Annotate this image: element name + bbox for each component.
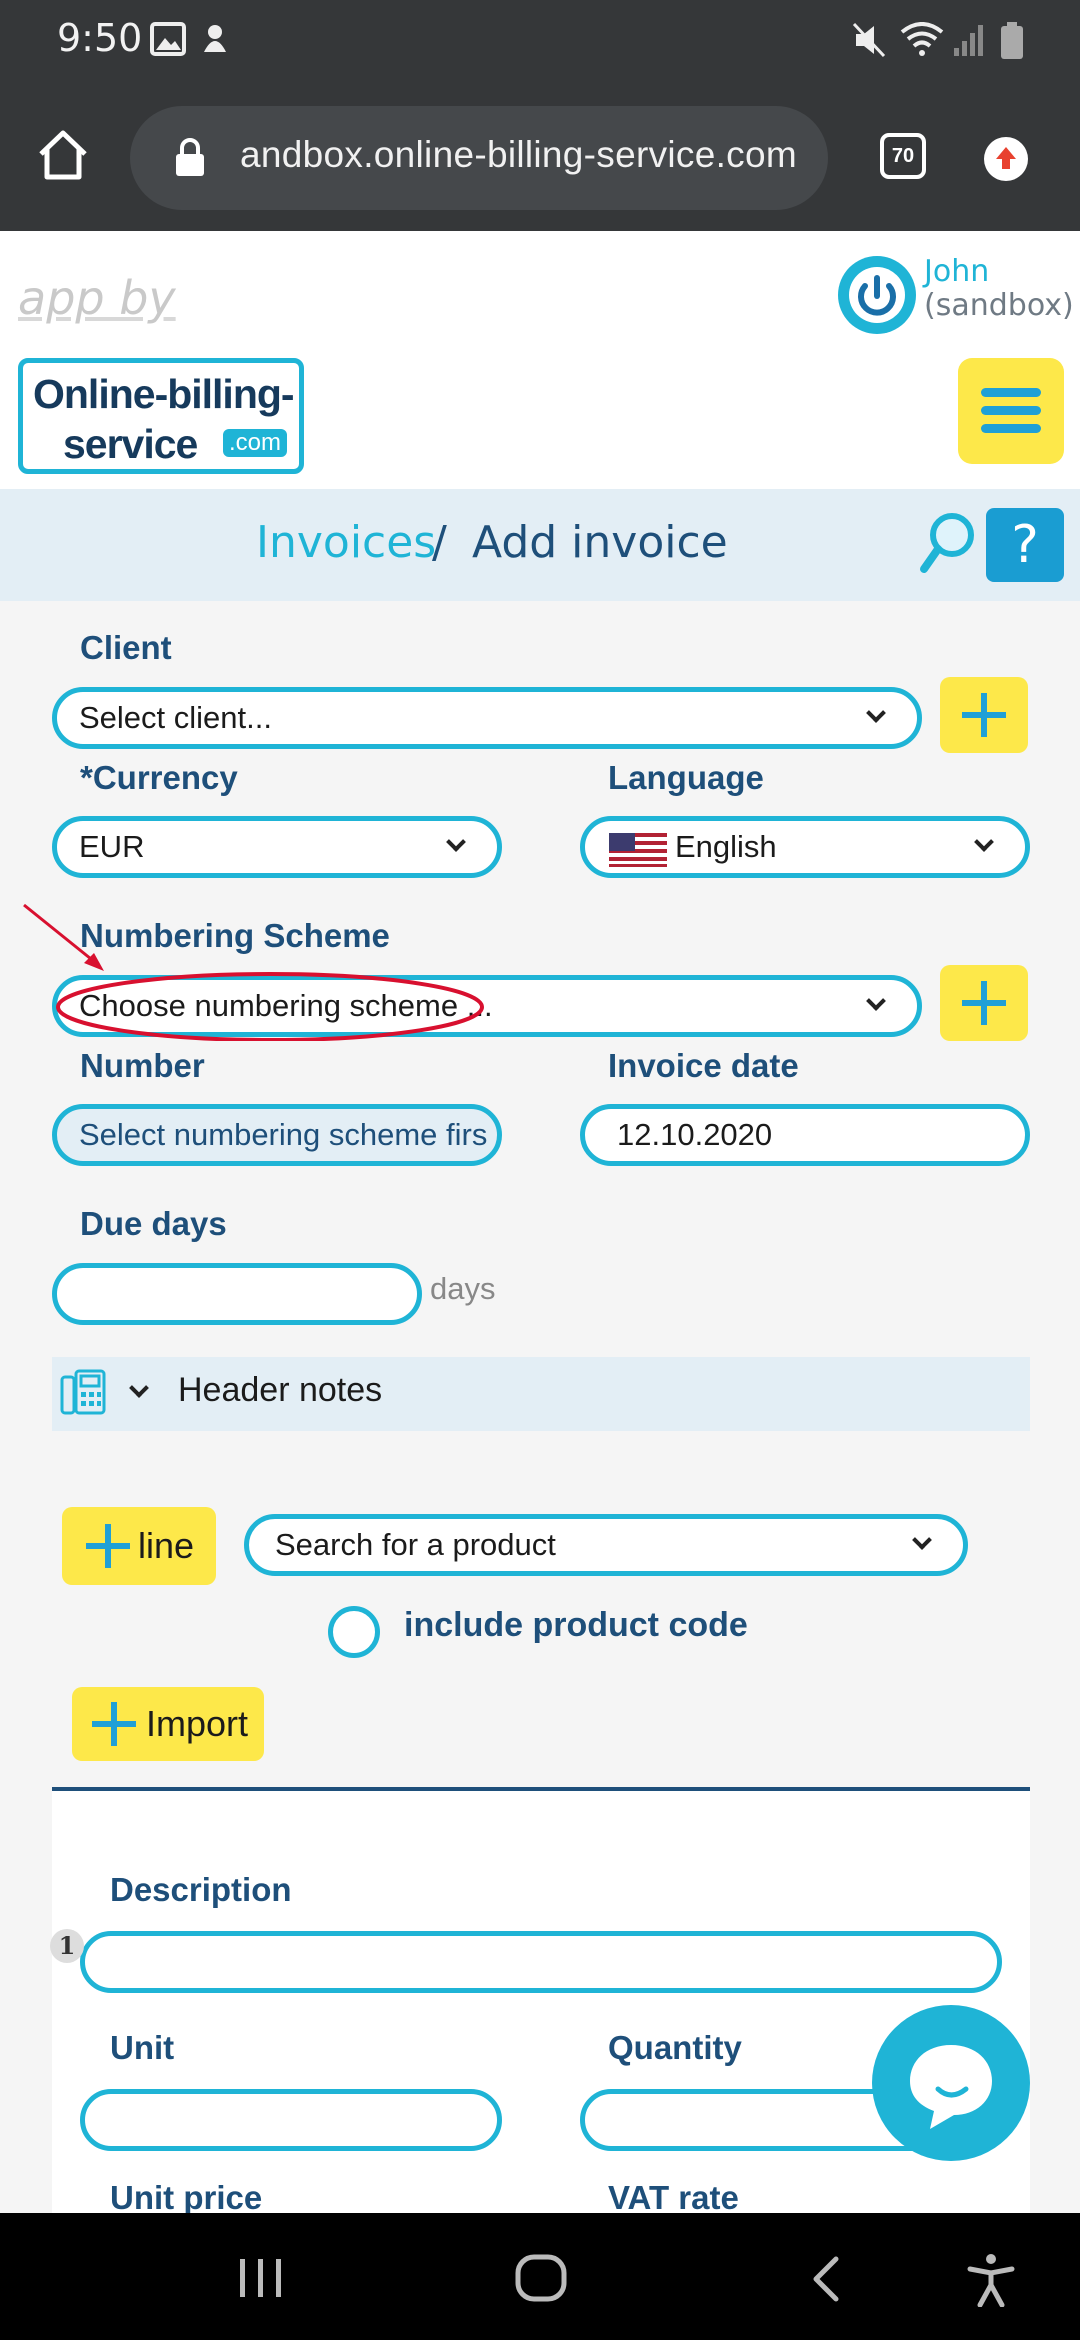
wifi-icon <box>900 22 944 56</box>
breadcrumb: Invoices / Add invoice ? <box>0 489 1080 601</box>
import-button[interactable]: Import <box>72 1687 264 1761</box>
annotation-highlight <box>23 903 484 1041</box>
us-flag-icon <box>609 833 667 867</box>
add-line-label: line <box>138 1525 195 1566</box>
help-button[interactable]: ? <box>986 508 1064 582</box>
logo-line1: Online-billing- <box>33 371 295 417</box>
header-notes-label: Header notes <box>178 1371 383 1409</box>
import-label: Import <box>146 1703 249 1744</box>
unit-field[interactable] <box>80 2089 502 2151</box>
client-label: Client <box>80 629 172 666</box>
chat-icon <box>910 2045 992 2129</box>
chevron-down-icon <box>866 703 886 723</box>
home-button-icon[interactable] <box>514 2253 568 2303</box>
days-suffix: days <box>430 1271 496 1306</box>
menu-bar-icon <box>981 406 1041 415</box>
invoice-date-value: 12.10.2020 <box>617 1117 773 1152</box>
accessibility-icon[interactable] <box>966 2253 1016 2307</box>
menu-bar-icon <box>981 424 1041 433</box>
status-bar: 9:50 <box>0 0 1080 80</box>
client-select[interactable]: Select client... <box>52 687 922 749</box>
signal-icon <box>954 25 983 56</box>
include-product-code-radio[interactable] <box>328 1606 380 1658</box>
fax-icon <box>60 1369 106 1415</box>
status-time: 9:50 <box>57 16 143 60</box>
notification-icon <box>204 25 226 52</box>
system-navigation-bar <box>0 2213 1080 2340</box>
language-label: Language <box>608 759 764 796</box>
product-search-select[interactable]: Search for a product <box>244 1514 968 1576</box>
logo-dotcom: .com <box>223 429 288 457</box>
currency-select[interactable]: EUR <box>52 816 502 878</box>
chevron-down-icon <box>446 832 466 852</box>
chat-button[interactable] <box>872 2005 1030 2161</box>
menu-bar-icon <box>981 388 1041 397</box>
language-select[interactable]: English <box>580 816 1030 878</box>
currency-select-value: EUR <box>79 829 145 864</box>
description-label: Description <box>110 1871 292 1908</box>
unit-label: Unit <box>110 2029 175 2066</box>
url-text: andbox.online-billing-service.com <box>240 134 797 175</box>
chevron-down-icon <box>912 1530 932 1550</box>
required-marker: * <box>80 759 93 796</box>
unit-price-label: Unit price <box>110 2179 263 2216</box>
hamburger-menu-button[interactable] <box>958 358 1064 464</box>
due-days-field[interactable] <box>52 1263 422 1325</box>
language-select-value: English <box>675 829 777 864</box>
due-days-label: Due days <box>80 1205 227 1242</box>
number-field-value: Select numbering scheme firs <box>79 1117 488 1152</box>
product-search-placeholder: Search for a product <box>275 1527 556 1562</box>
line-number-badge: 1 <box>50 1929 84 1963</box>
include-product-code-label: include product code <box>404 1606 748 1644</box>
invoice-form: Client Select client... *Currency EUR La… <box>0 601 1080 2216</box>
upload-icon[interactable] <box>984 137 1028 181</box>
gallery-icon <box>150 22 186 56</box>
number-label: Number <box>80 1047 205 1084</box>
recent-apps-icon[interactable] <box>236 2255 286 2301</box>
breadcrumb-separator: / <box>432 517 447 568</box>
currency-label: *Currency <box>80 759 238 796</box>
add-line-button[interactable]: line <box>62 1507 216 1585</box>
chevron-down-icon <box>129 1378 149 1398</box>
user-environment: (sandbox) <box>924 288 1074 323</box>
number-field[interactable]: Select numbering scheme firs <box>52 1104 502 1166</box>
header-notes-toggle[interactable]: Header notes <box>52 1357 1030 1431</box>
lock-icon <box>176 138 204 176</box>
breadcrumb-invoices-link[interactable]: Invoices <box>256 517 436 568</box>
description-field[interactable] <box>80 1931 1002 1993</box>
add-numbering-scheme-button[interactable] <box>940 965 1028 1041</box>
quantity-label: Quantity <box>608 2029 742 2066</box>
back-icon[interactable] <box>808 2255 842 2303</box>
client-select-value: Select client... <box>79 700 272 735</box>
battery-icon <box>1001 22 1023 59</box>
chevron-down-icon <box>974 832 994 852</box>
tab-count-button[interactable]: 70 <box>880 133 926 179</box>
home-icon[interactable] <box>36 128 90 182</box>
chevron-down-icon <box>866 991 886 1011</box>
app-by-text: app by <box>18 271 176 325</box>
user-name[interactable]: John <box>924 255 989 289</box>
vat-rate-label: VAT rate <box>608 2179 739 2216</box>
site-header: app by Online-billing- service .com John… <box>0 231 1080 489</box>
address-bar[interactable]: andbox.online-billing-service.com <box>130 106 828 210</box>
page-title: Add invoice <box>472 517 728 568</box>
site-logo[interactable]: Online-billing- service .com <box>18 358 304 474</box>
logo-line2: service <box>63 421 198 467</box>
invoice-date-label: Invoice date <box>608 1047 799 1084</box>
search-icon[interactable] <box>918 511 978 577</box>
mute-icon <box>852 22 886 58</box>
add-client-button[interactable] <box>940 677 1028 753</box>
power-icon[interactable] <box>838 256 916 334</box>
browser-toolbar: andbox.online-billing-service.com 70 <box>0 80 1080 231</box>
invoice-date-field[interactable]: 12.10.2020 <box>580 1104 1030 1166</box>
